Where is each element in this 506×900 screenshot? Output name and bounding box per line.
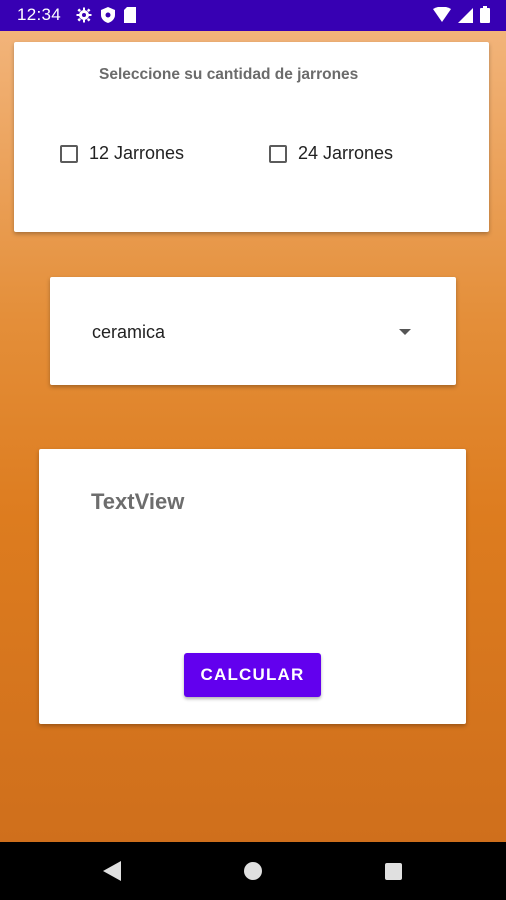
wifi-icon: [433, 6, 451, 28]
status-time: 12:34: [17, 5, 62, 24]
checkbox-24-label[interactable]: 24 Jarrones: [298, 143, 393, 164]
navigation-bar: [0, 842, 506, 900]
calcular-button[interactable]: CALCULAR: [184, 653, 321, 697]
result-card: TextView CALCULAR: [39, 449, 466, 724]
gear-icon: [76, 7, 92, 28]
home-icon[interactable]: [244, 862, 262, 880]
signal-icon: [458, 7, 473, 28]
result-textview: TextView: [91, 489, 185, 514]
shield-icon: [101, 7, 115, 28]
checkbox-12-label[interactable]: 12 Jarrones: [89, 143, 184, 164]
dropdown-arrow-icon[interactable]: [399, 329, 411, 335]
quantity-card: Seleccione su cantidad de jarrones 12 Ja…: [14, 42, 489, 232]
status-icons-right: [433, 6, 490, 28]
sd-card-icon: [124, 7, 136, 28]
checkbox-24-jarrones[interactable]: 24 Jarrones: [269, 143, 393, 164]
checkbox-12-jarrones[interactable]: 12 Jarrones: [60, 143, 184, 164]
material-spinner[interactable]: ceramica: [50, 277, 456, 385]
recents-icon[interactable]: [385, 863, 402, 880]
checkbox-24-box[interactable]: [269, 144, 287, 163]
status-bar: 12:34: [0, 0, 506, 31]
back-icon[interactable]: [103, 861, 121, 886]
quantity-prompt: Seleccione su cantidad de jarrones: [99, 66, 359, 83]
checkbox-12-box[interactable]: [60, 144, 78, 163]
spinner-selected-value[interactable]: ceramica: [92, 322, 165, 343]
battery-icon: [480, 6, 490, 28]
status-icons-left: [76, 7, 136, 28]
main-content: Seleccione su cantidad de jarrones 12 Ja…: [0, 31, 506, 842]
